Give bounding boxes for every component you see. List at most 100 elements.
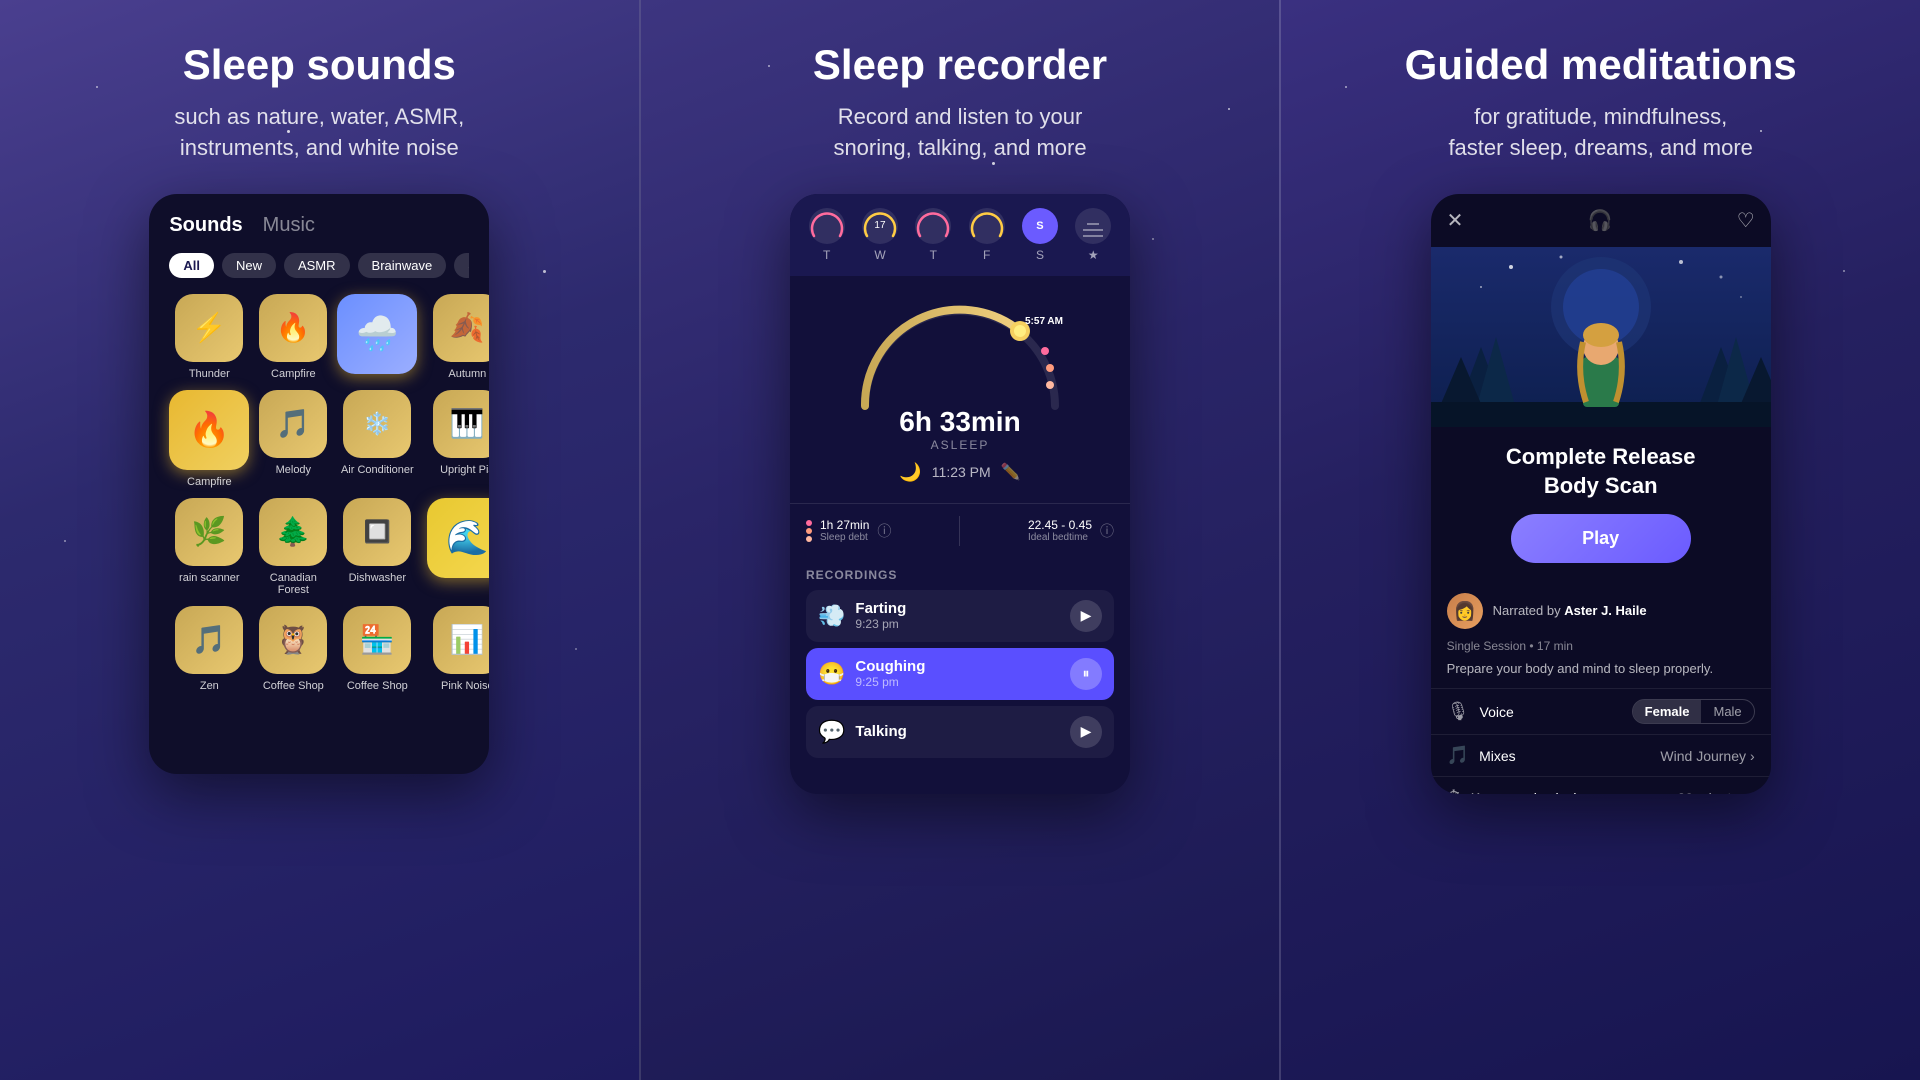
- sleep-arc-container: 5:57 AM: [850, 296, 1070, 416]
- recording-coughing-left: 😷 Coughing 9:25 pm: [818, 658, 925, 689]
- tab-sounds[interactable]: Sounds: [169, 214, 242, 237]
- sound-canadian-forest[interactable]: 🌲 Canadian Forest: [259, 498, 327, 596]
- sound-pink-noise[interactable]: 📊 Pink Noise: [427, 606, 489, 692]
- day-arc-saturday: S: [1022, 208, 1058, 244]
- farting-play-btn[interactable]: ▶: [1070, 600, 1102, 632]
- session-desc: Prepare your body and mind to sleep prop…: [1431, 661, 1771, 688]
- filter-asmr[interactable]: ASMR: [284, 253, 350, 278]
- sound-autumn[interactable]: 🍂 Autumn: [427, 294, 489, 380]
- day-arc-tuesday: [809, 208, 845, 244]
- upright-piano-label: Upright Pia: [440, 464, 489, 476]
- day-arc-star: [1075, 208, 1111, 244]
- sound-rain-scanner[interactable]: 🌿 rain scanner: [169, 498, 249, 596]
- sound-upright-piano[interactable]: 🎹 Upright Pia: [427, 390, 489, 488]
- narrator-avatar: 👩: [1447, 593, 1483, 629]
- female-option[interactable]: Female: [1633, 700, 1702, 723]
- day-letter-t2: T: [930, 248, 937, 262]
- chevron-right-icon: ›: [1750, 748, 1755, 764]
- guided-meditations-panel: Guided meditations for gratitude, mindfu…: [1281, 0, 1920, 1080]
- rain-scanner-icon: 🌿: [175, 498, 243, 566]
- sound-campfire-small[interactable]: 🔥 Campfire: [259, 294, 327, 380]
- coughing-name: Coughing: [855, 658, 925, 675]
- dot2: [806, 528, 812, 534]
- day-arc-thursday: [915, 208, 951, 244]
- thunder-icon: ⚡: [175, 294, 243, 362]
- ideal-bedtime-value: 22.45 - 0.45: [1028, 518, 1092, 532]
- day-star[interactable]: ★: [1075, 208, 1111, 262]
- day-thursday[interactable]: T: [915, 208, 951, 262]
- dot3: [806, 536, 812, 542]
- day-friday[interactable]: F: [969, 208, 1005, 262]
- sound-melody[interactable]: 🎵 Melody: [259, 390, 327, 488]
- sounds-grid: ⚡ Thunder 🔥 Campfire 🌧️ 🍂 Autumn 🔥 Campf…: [169, 294, 469, 692]
- sound-thunder[interactable]: ⚡ Thunder: [169, 294, 249, 380]
- sleep-asleep-label: ASLEEP: [899, 438, 1020, 452]
- recording-talking[interactable]: 💬 Talking ▶: [806, 706, 1114, 758]
- thunder-label: Thunder: [189, 368, 230, 380]
- keep-music-value: 30 minutes ›: [1678, 790, 1755, 794]
- voice-toggle[interactable]: Female Male: [1632, 699, 1755, 724]
- campfire-large-label: Campfire: [187, 476, 232, 488]
- recording-farting[interactable]: 💨 Farting 9:23 pm ▶: [806, 590, 1114, 642]
- timer-icon: ⏱: [1447, 787, 1461, 794]
- recordings-title: RECORDINGS: [806, 568, 1114, 582]
- wind-journey-text: Wind Journey: [1660, 748, 1746, 764]
- mixes-value: Wind Journey ›: [1660, 748, 1754, 764]
- farting-name: Farting: [855, 600, 906, 617]
- talking-name: Talking: [855, 723, 906, 740]
- bedtime-row: 🌙 11:23 PM ✏️: [899, 462, 1020, 483]
- sound-dishwasher[interactable]: 🔲 Dishwasher: [337, 498, 417, 596]
- day-letter-t1: T: [823, 248, 830, 262]
- headphones-icon[interactable]: 🎧: [1588, 208, 1613, 233]
- tab-music[interactable]: Music: [263, 214, 315, 237]
- play-button[interactable]: Play: [1511, 514, 1691, 563]
- filter-new[interactable]: New: [222, 253, 276, 278]
- keep-music-label: Keep music playing: [1471, 790, 1592, 794]
- sound-coffee-shop[interactable]: 🦉 Coffee Shop: [259, 606, 327, 692]
- sleep-sounds-panel: Sleep sounds such as nature, water, ASMR…: [0, 0, 639, 1080]
- recording-coughing[interactable]: 😷 Coughing 9:25 pm ⏸: [806, 648, 1114, 700]
- mixes-icon: 🎵: [1447, 745, 1469, 766]
- sound-zen[interactable]: 🎵 Zen: [169, 606, 249, 692]
- mixes-setting-row[interactable]: 🎵 Mixes Wind Journey ›: [1431, 734, 1771, 776]
- day-tuesday[interactable]: T: [809, 208, 845, 262]
- sound-air-conditioner[interactable]: ❄️ Air Conditioner: [337, 390, 417, 488]
- male-option[interactable]: Male: [1701, 700, 1753, 723]
- coughing-time: 9:25 pm: [855, 675, 925, 689]
- day-saturday[interactable]: S S: [1022, 208, 1058, 262]
- narrator-row: 👩 Narrated by Aster J. Haile: [1431, 593, 1771, 639]
- info-icon-2[interactable]: ⓘ: [1100, 521, 1114, 541]
- close-icon[interactable]: ✕: [1447, 208, 1464, 233]
- campfire-large-icon: 🔥: [169, 390, 249, 470]
- filter-scifi[interactable]: Sci-Fi: [454, 253, 469, 278]
- sound-campfire-large[interactable]: 🔥 Campfire: [169, 390, 249, 488]
- info-icon-1[interactable]: ⓘ: [877, 521, 891, 541]
- meditation-illustration: [1431, 247, 1771, 427]
- filter-brainwave[interactable]: Brainwave: [358, 253, 447, 278]
- coffee-shop-icon: 🦉: [259, 606, 327, 674]
- filter-all[interactable]: All: [169, 253, 214, 278]
- sleep-recorder-subtitle: Record and listen to yoursnoring, talkin…: [833, 102, 1086, 164]
- sound-rain[interactable]: 🌧️: [337, 294, 417, 380]
- sound-coffee-shop-2[interactable]: 🏪 Coffee Shop: [337, 606, 417, 692]
- pink-noise-icon: 📊: [433, 606, 489, 674]
- heart-icon[interactable]: ♡: [1737, 208, 1755, 233]
- keep-music-setting-row[interactable]: ⏱ Keep music playing 30 minutes ›: [1431, 776, 1771, 794]
- narrator-prefix: Narrated by Aster J. Haile: [1493, 603, 1647, 618]
- edit-icon[interactable]: ✏️: [1001, 462, 1021, 482]
- ideal-bedtime-stat: 22.45 - 0.45 Ideal bedtime ⓘ: [1028, 516, 1114, 546]
- zen-label: Zen: [200, 680, 219, 692]
- sound-ocean[interactable]: 🌊: [427, 498, 489, 596]
- meditation-scene-svg: [1431, 247, 1771, 427]
- coughing-pause-btn[interactable]: ⏸: [1070, 658, 1102, 690]
- farting-info: Farting 9:23 pm: [855, 600, 906, 631]
- day-arc-wednesday: 17: [862, 208, 898, 244]
- talking-play-btn[interactable]: ▶: [1070, 716, 1102, 748]
- sleep-debt-label: Sleep debt: [820, 532, 869, 543]
- campfire-small-label: Campfire: [271, 368, 316, 380]
- keep-music-left: ⏱ Keep music playing: [1447, 787, 1592, 794]
- session-info: Single Session • 17 min: [1431, 639, 1771, 661]
- canadian-forest-icon: 🌲: [259, 498, 327, 566]
- sleep-recorder-panel: Sleep recorder Record and listen to your…: [639, 0, 1282, 1080]
- day-wednesday[interactable]: 17 W: [862, 208, 898, 262]
